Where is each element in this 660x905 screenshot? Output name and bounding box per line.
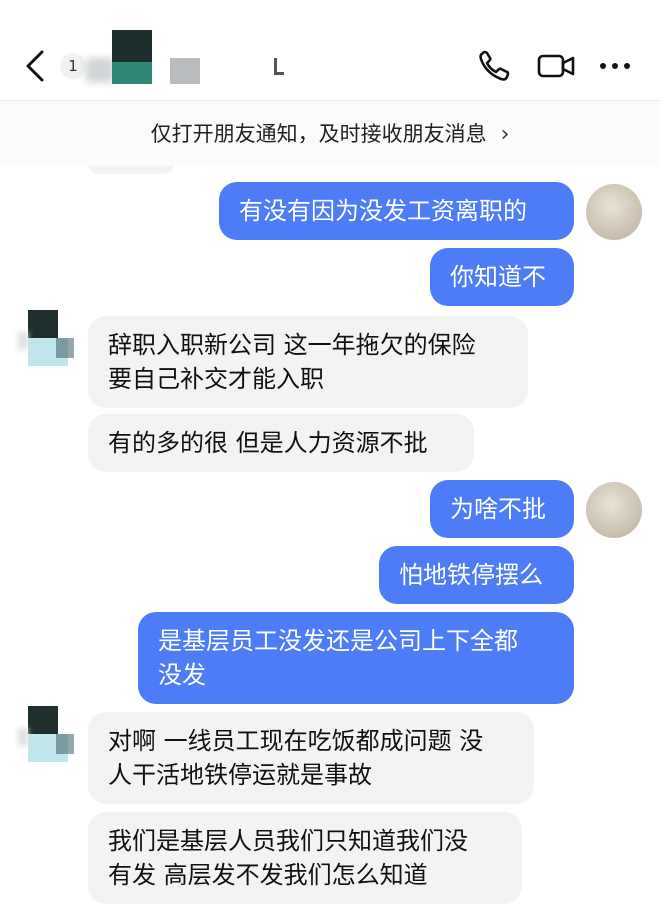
message-bubble-sent[interactable]: 为啥不批: [430, 480, 574, 538]
my-avatar[interactable]: [586, 184, 642, 240]
phone-icon: [479, 50, 510, 81]
message-bubble-sent[interactable]: 是基层员工没发还是公司上下全都 没发: [138, 612, 574, 704]
partial-message-bubble: [86, 166, 176, 174]
chevron-left-icon: [26, 50, 44, 82]
contact-avatar[interactable]: [18, 706, 78, 766]
more-horizontal-icon: [600, 63, 630, 69]
video-camera-icon: [537, 54, 575, 78]
contact-name-blurred[interactable]: [86, 28, 296, 90]
message-bubble-received[interactable]: 有的多的很 但是人力资源不批: [88, 414, 474, 472]
chevron-right-icon: ›: [500, 122, 510, 147]
unread-count-badge: 1: [60, 53, 86, 79]
message-bubble-sent[interactable]: 有没有因为没发工资离职的: [219, 182, 574, 240]
message-bubble-sent[interactable]: 你知道不: [430, 248, 574, 306]
video-call-button[interactable]: [536, 46, 576, 86]
more-options-button[interactable]: [596, 46, 636, 86]
friend-notification-text: 仅打开朋友通知，及时接收朋友消息: [150, 122, 487, 146]
message-bubble-sent[interactable]: 怕地铁停摆么: [379, 546, 574, 604]
chat-screen: 1 仅打开朋友通知，及时接收朋友消息 › 有没有因为没发工资离职的 你知道不 辞…: [0, 0, 660, 905]
voice-call-button[interactable]: [474, 46, 514, 86]
message-list[interactable]: 有没有因为没发工资离职的 你知道不 辞职入职新公司 这一年拖欠的保险 要自己补交…: [0, 166, 660, 905]
friend-notification-bar[interactable]: 仅打开朋友通知，及时接收朋友消息 ›: [0, 100, 660, 167]
message-bubble-received[interactable]: 我们是基层人员我们只知道我们没 有发 高层发不发我们怎么知道: [88, 812, 522, 904]
message-bubble-received[interactable]: 辞职入职新公司 这一年拖欠的保险 要自己补交才能入职: [88, 316, 528, 408]
contact-avatar[interactable]: [18, 310, 78, 370]
my-avatar[interactable]: [586, 482, 642, 538]
message-bubble-received[interactable]: 对啊 一线员工现在吃饭都成问题 没 人干活地铁停运就是事故: [88, 712, 534, 804]
back-button[interactable]: [20, 46, 50, 86]
chat-header: 1: [0, 0, 660, 100]
